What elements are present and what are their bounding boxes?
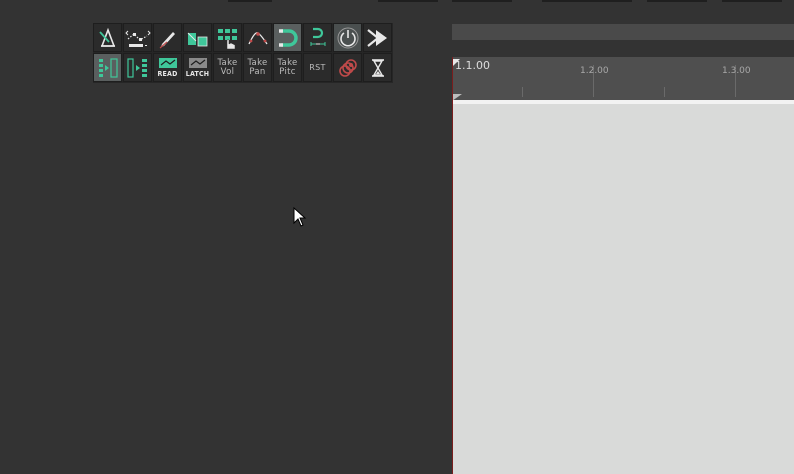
take-volume-button[interactable]: Take Vol [213,53,242,82]
fast-forward-button[interactable] [363,23,392,52]
magnet-bracket-icon [310,27,325,46]
concentric-rings-icon [338,58,357,77]
ruler-tick [522,87,523,97]
automation-read-button[interactable]: READ [153,53,182,82]
magnet-icon [278,28,298,47]
item-grouping-button[interactable] [183,23,212,52]
track-list-icon [98,57,118,78]
grid-hand-icon [217,28,237,49]
top-strip-fragment [378,0,438,2]
automation-latch-button[interactable]: LATCH [183,53,212,82]
top-strip-fragment [228,0,272,2]
take-vol-label-line2: Vol [220,66,235,77]
top-strip-fragment [452,0,512,2]
loop-start-marker-icon[interactable] [452,59,462,69]
item-grouping-icon [187,32,207,46]
take-pan-button[interactable]: Take Pan [243,53,272,82]
ruler-label: 1.2.00 [580,66,609,76]
automation-latch-icon [189,58,207,68]
envelope-curve-icon [247,31,268,44]
playhead-cursor-line[interactable] [452,57,453,474]
track-list-button[interactable] [93,53,122,82]
metronome-icon [98,27,115,47]
hourglass-icon [371,58,384,77]
metronome-button[interactable] [93,23,122,52]
ruler-tick [664,87,665,97]
fast-forward-icon [366,28,387,47]
top-strip-fragment [647,0,707,2]
power-icon [337,27,358,48]
hourglass-button[interactable] [363,53,392,82]
mixer-list-button[interactable] [123,53,152,82]
mouse-pointer-icon [293,207,307,227]
power-button[interactable] [333,23,362,52]
pencil-icon [159,31,175,48]
main-toolbar: READ LATCH Take Vol Take Pan Take Pitc R… [93,23,393,83]
take-pitch-label-line2: Pitc [279,66,296,77]
pencil-button[interactable] [153,23,182,52]
take-pitch-button[interactable]: Take Pitc [273,53,302,82]
mixer-list-icon [126,57,147,78]
top-strip-fragment [542,0,632,2]
envelope-points-icon [124,30,151,47]
reset-label: RST [309,63,326,72]
snap-toggle-button[interactable] [273,23,302,52]
latch-mode-label: LATCH [185,70,210,78]
top-strip-fragment [722,0,782,2]
ruler-label: 1.3.00 [722,66,751,76]
record-rings-button[interactable] [333,53,362,82]
snap-settings-button[interactable] [303,23,332,52]
arrange-header-bar [452,24,794,40]
automation-read-icon [159,58,177,68]
read-mode-label: READ [157,70,178,78]
envelope-points-button[interactable] [123,23,152,52]
track-arrange-area[interactable] [453,104,794,474]
grid-snap-button[interactable] [213,23,242,52]
timeline-ruler[interactable]: 1.1.00 1.2.00 1.3.00 [452,57,794,101]
reset-button[interactable]: RST [303,53,332,82]
take-pan-label-line2: Pan [249,66,266,77]
envelope-lock-button[interactable] [243,23,272,52]
